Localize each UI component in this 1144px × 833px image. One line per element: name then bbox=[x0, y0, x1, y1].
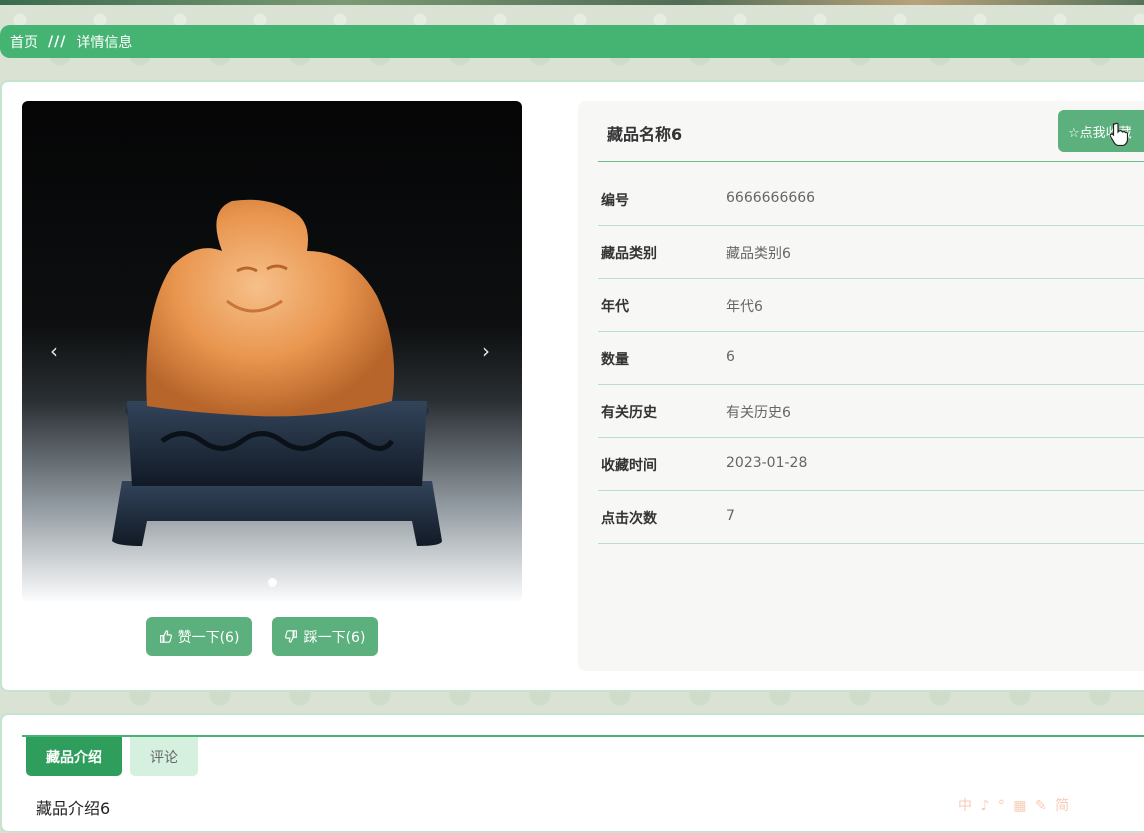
field-row-era: 年代 年代6 bbox=[598, 278, 1144, 332]
top-banner-strip bbox=[0, 0, 1144, 5]
breadcrumb-current: 详情信息 bbox=[76, 34, 133, 51]
field-label: 年代 bbox=[601, 299, 629, 315]
field-label: 藏品类别 bbox=[601, 246, 657, 262]
field-value: 有关历史6 bbox=[726, 405, 791, 421]
field-label: 有关历史 bbox=[601, 405, 657, 421]
breadcrumb-home-link[interactable]: 首页 bbox=[10, 32, 38, 52]
dislike-button-label: 踩一下(6) bbox=[303, 629, 366, 646]
field-value: 藏品类别6 bbox=[726, 246, 791, 262]
field-row-history: 有关历史 有关历史6 bbox=[598, 384, 1144, 438]
field-label: 点击次数 bbox=[601, 511, 657, 527]
carousel-prev-icon[interactable]: ‹ bbox=[50, 339, 58, 363]
field-value: 6666666666 bbox=[726, 190, 816, 206]
detail-info-card: 藏品名称6 ☆点我收藏 编号 6666666666 藏品类别 藏品类别6 年代 … bbox=[578, 101, 1144, 671]
image-carousel[interactable]: ‹ › bbox=[22, 101, 522, 601]
thumbs-down-icon bbox=[284, 630, 297, 643]
favorite-button[interactable]: ☆点我收藏 bbox=[1058, 110, 1144, 152]
field-label: 编号 bbox=[601, 193, 629, 209]
field-value: 年代6 bbox=[726, 299, 763, 315]
field-value: 2023-01-28 bbox=[726, 455, 808, 471]
breadcrumb: 首页 /// 详情信息 bbox=[0, 25, 1144, 58]
field-row-click-count: 点击次数 7 bbox=[598, 490, 1144, 544]
title-divider bbox=[598, 161, 1144, 162]
tab-comments[interactable]: 评论 bbox=[130, 737, 198, 776]
field-row-number: 编号 6666666666 bbox=[598, 172, 1144, 226]
like-button-label: 赞一下(6) bbox=[177, 629, 240, 646]
carousel-dot[interactable] bbox=[267, 578, 277, 587]
ime-toolbar: 中 ♪ ° ▦ ✎ 简 bbox=[958, 798, 1072, 814]
introduction-text: 藏品介绍6 bbox=[36, 799, 111, 818]
thumbs-up-icon bbox=[159, 630, 172, 643]
field-row-quantity: 数量 6 bbox=[598, 331, 1144, 385]
field-label: 数量 bbox=[601, 352, 629, 368]
tab-introduction[interactable]: 藏品介绍 bbox=[26, 737, 122, 776]
field-row-collect-date: 收藏时间 2023-01-28 bbox=[598, 437, 1144, 491]
field-row-category: 藏品类别 藏品类别6 bbox=[598, 225, 1144, 279]
item-title: 藏品名称6 bbox=[607, 125, 683, 144]
field-value: 6 bbox=[726, 349, 735, 365]
hand-cursor-icon bbox=[1110, 122, 1128, 146]
field-label: 收藏时间 bbox=[601, 458, 657, 474]
carousel-next-icon[interactable]: › bbox=[482, 339, 490, 363]
collection-item-image bbox=[112, 199, 442, 546]
dislike-button[interactable]: 踩一下(6) bbox=[272, 617, 378, 656]
breadcrumb-separator: /// bbox=[48, 33, 67, 50]
carousel-indicators bbox=[22, 572, 522, 591]
field-value: 7 bbox=[726, 508, 735, 524]
like-button[interactable]: 赞一下(6) bbox=[146, 617, 252, 656]
